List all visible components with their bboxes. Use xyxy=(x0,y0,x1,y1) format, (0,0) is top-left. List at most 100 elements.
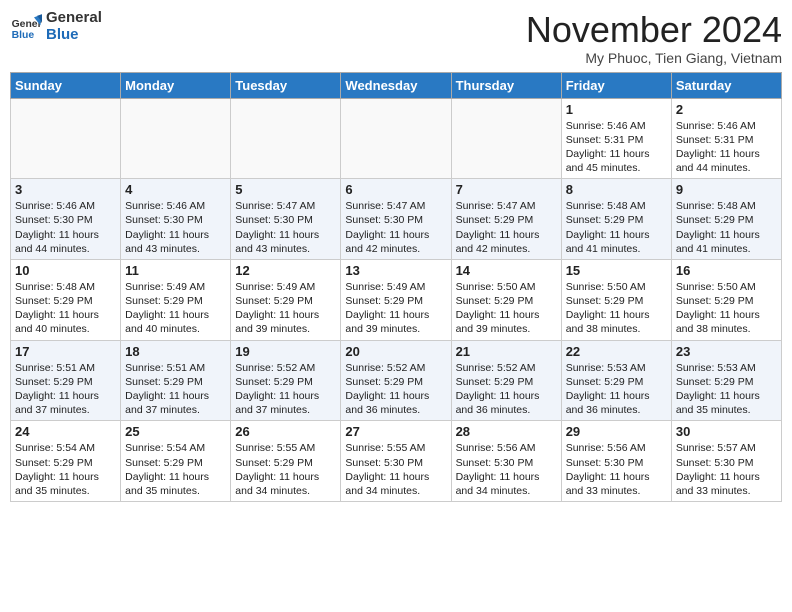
calendar-week-row: 3 Sunrise: 5:46 AM Sunset: 5:30 PM Daylig… xyxy=(11,179,782,260)
day-number: 17 xyxy=(15,344,116,359)
day-info: Sunrise: 5:52 AM Sunset: 5:29 PM Dayligh… xyxy=(345,361,446,418)
calendar-cell: 27Sunrise: 5:55 AM Sunset: 5:30 PM Dayli… xyxy=(341,421,451,502)
logo-general: General xyxy=(46,10,102,27)
day-number: 28 xyxy=(456,424,557,439)
calendar-cell xyxy=(121,98,231,179)
calendar-cell: 26Sunrise: 5:55 AM Sunset: 5:29 PM Dayli… xyxy=(231,421,341,502)
day-info: Sunrise: 5:47 AM Sunset: 5:30 PM Dayligh… xyxy=(235,199,336,256)
day-info: Sunrise: 5:53 AM Sunset: 5:29 PM Dayligh… xyxy=(676,361,777,418)
logo: General Blue General Blue xyxy=(10,10,102,43)
calendar-cell xyxy=(341,98,451,179)
day-number: 13 xyxy=(345,263,446,278)
day-number: 4 xyxy=(125,182,226,197)
day-info: Sunrise: 5:56 AM Sunset: 5:30 PM Dayligh… xyxy=(566,441,667,498)
day-number: 5 xyxy=(235,182,336,197)
day-number: 18 xyxy=(125,344,226,359)
day-info: Sunrise: 5:49 AM Sunset: 5:29 PM Dayligh… xyxy=(345,280,446,337)
day-info: Sunrise: 5:47 AM Sunset: 5:30 PM Dayligh… xyxy=(345,199,446,256)
weekday-header-monday: Monday xyxy=(121,72,231,98)
calendar-cell: 22 Sunrise: 5:53 AM Sunset: 5:29 PM Dayli… xyxy=(561,340,671,421)
calendar-cell: 28 Sunrise: 5:56 AM Sunset: 5:30 PM Dayli… xyxy=(451,421,561,502)
day-number: 7 xyxy=(456,182,557,197)
logo-wordmark: General Blue xyxy=(46,10,102,43)
calendar-cell: 16 Sunrise: 5:50 AM Sunset: 5:29 PM Dayli… xyxy=(671,259,781,340)
day-number: 1 xyxy=(566,102,667,117)
calendar-cell: 1 Sunrise: 5:46 AM Sunset: 5:31 PM Daylig… xyxy=(561,98,671,179)
weekday-header-sunday: Sunday xyxy=(11,72,121,98)
calendar-cell: 5 Sunrise: 5:47 AM Sunset: 5:30 PM Daylig… xyxy=(231,179,341,260)
day-number: 15 xyxy=(566,263,667,278)
title-section: November 2024 My Phuoc, Tien Giang, Viet… xyxy=(526,10,782,66)
calendar-cell: 6 Sunrise: 5:47 AM Sunset: 5:30 PM Daylig… xyxy=(341,179,451,260)
calendar-cell: 4Sunrise: 5:46 AM Sunset: 5:30 PM Daylig… xyxy=(121,179,231,260)
day-info: Sunrise: 5:48 AM Sunset: 5:29 PM Dayligh… xyxy=(15,280,116,337)
calendar-cell xyxy=(231,98,341,179)
day-number: 12 xyxy=(235,263,336,278)
weekday-header-wednesday: Wednesday xyxy=(341,72,451,98)
calendar-cell: 21 Sunrise: 5:52 AM Sunset: 5:29 PM Dayli… xyxy=(451,340,561,421)
day-info: Sunrise: 5:53 AM Sunset: 5:29 PM Dayligh… xyxy=(566,361,667,418)
day-number: 19 xyxy=(235,344,336,359)
calendar-cell: 11 Sunrise: 5:49 AM Sunset: 5:29 PM Dayli… xyxy=(121,259,231,340)
day-info: Sunrise: 5:48 AM Sunset: 5:29 PM Dayligh… xyxy=(566,199,667,256)
day-number: 2 xyxy=(676,102,777,117)
day-number: 16 xyxy=(676,263,777,278)
day-info: Sunrise: 5:50 AM Sunset: 5:29 PM Dayligh… xyxy=(676,280,777,337)
calendar-cell: 29 Sunrise: 5:56 AM Sunset: 5:30 PM Dayli… xyxy=(561,421,671,502)
day-number: 22 xyxy=(566,344,667,359)
calendar-cell: 12Sunrise: 5:49 AM Sunset: 5:29 PM Dayli… xyxy=(231,259,341,340)
svg-text:Blue: Blue xyxy=(12,30,35,41)
calendar-cell: 19 Sunrise: 5:52 AM Sunset: 5:29 PM Dayli… xyxy=(231,340,341,421)
day-number: 20 xyxy=(345,344,446,359)
calendar-cell xyxy=(11,98,121,179)
day-number: 10 xyxy=(15,263,116,278)
day-number: 14 xyxy=(456,263,557,278)
calendar-cell xyxy=(451,98,561,179)
day-info: Sunrise: 5:49 AM Sunset: 5:29 PM Dayligh… xyxy=(125,280,226,337)
calendar-cell: 18 Sunrise: 5:51 AM Sunset: 5:29 PM Dayli… xyxy=(121,340,231,421)
day-info: Sunrise: 5:52 AM Sunset: 5:29 PM Dayligh… xyxy=(235,361,336,418)
weekday-header-thursday: Thursday xyxy=(451,72,561,98)
calendar-cell: 7 Sunrise: 5:47 AM Sunset: 5:29 PM Daylig… xyxy=(451,179,561,260)
day-info: Sunrise: 5:52 AM Sunset: 5:29 PM Dayligh… xyxy=(456,361,557,418)
day-number: 24 xyxy=(15,424,116,439)
day-number: 27 xyxy=(345,424,446,439)
calendar-cell: 9Sunrise: 5:48 AM Sunset: 5:29 PM Daylig… xyxy=(671,179,781,260)
calendar-table: SundayMondayTuesdayWednesdayThursdayFrid… xyxy=(10,72,782,502)
calendar-week-row: 10 Sunrise: 5:48 AM Sunset: 5:29 PM Dayli… xyxy=(11,259,782,340)
logo-blue: Blue xyxy=(46,27,102,44)
calendar-week-row: 24 Sunrise: 5:54 AM Sunset: 5:29 PM Dayli… xyxy=(11,421,782,502)
month-title: November 2024 xyxy=(526,10,782,50)
calendar-cell: 15 Sunrise: 5:50 AM Sunset: 5:29 PM Dayli… xyxy=(561,259,671,340)
day-number: 8 xyxy=(566,182,667,197)
day-info: Sunrise: 5:46 AM Sunset: 5:31 PM Dayligh… xyxy=(676,119,777,176)
page-header: General Blue General Blue November 2024 … xyxy=(10,10,782,66)
day-info: Sunrise: 5:47 AM Sunset: 5:29 PM Dayligh… xyxy=(456,199,557,256)
day-info: Sunrise: 5:46 AM Sunset: 5:31 PM Dayligh… xyxy=(566,119,667,176)
logo-icon: General Blue xyxy=(10,11,42,43)
day-number: 6 xyxy=(345,182,446,197)
day-number: 11 xyxy=(125,263,226,278)
day-info: Sunrise: 5:51 AM Sunset: 5:29 PM Dayligh… xyxy=(15,361,116,418)
calendar-cell: 10 Sunrise: 5:48 AM Sunset: 5:29 PM Dayli… xyxy=(11,259,121,340)
day-info: Sunrise: 5:50 AM Sunset: 5:29 PM Dayligh… xyxy=(566,280,667,337)
day-info: Sunrise: 5:50 AM Sunset: 5:29 PM Dayligh… xyxy=(456,280,557,337)
day-info: Sunrise: 5:54 AM Sunset: 5:29 PM Dayligh… xyxy=(15,441,116,498)
day-number: 3 xyxy=(15,182,116,197)
calendar-cell: 20 Sunrise: 5:52 AM Sunset: 5:29 PM Dayli… xyxy=(341,340,451,421)
day-info: Sunrise: 5:56 AM Sunset: 5:30 PM Dayligh… xyxy=(456,441,557,498)
calendar-cell: 25Sunrise: 5:54 AM Sunset: 5:29 PM Dayli… xyxy=(121,421,231,502)
calendar-cell: 23Sunrise: 5:53 AM Sunset: 5:29 PM Dayli… xyxy=(671,340,781,421)
calendar-cell: 24 Sunrise: 5:54 AM Sunset: 5:29 PM Dayli… xyxy=(11,421,121,502)
calendar-week-row: 17 Sunrise: 5:51 AM Sunset: 5:29 PM Dayli… xyxy=(11,340,782,421)
day-info: Sunrise: 5:46 AM Sunset: 5:30 PM Dayligh… xyxy=(15,199,116,256)
calendar-cell: 2 Sunrise: 5:46 AM Sunset: 5:31 PM Daylig… xyxy=(671,98,781,179)
day-number: 21 xyxy=(456,344,557,359)
calendar-cell: 14 Sunrise: 5:50 AM Sunset: 5:29 PM Dayli… xyxy=(451,259,561,340)
calendar-cell: 3 Sunrise: 5:46 AM Sunset: 5:30 PM Daylig… xyxy=(11,179,121,260)
day-number: 29 xyxy=(566,424,667,439)
weekday-header-friday: Friday xyxy=(561,72,671,98)
day-info: Sunrise: 5:48 AM Sunset: 5:29 PM Dayligh… xyxy=(676,199,777,256)
day-info: Sunrise: 5:51 AM Sunset: 5:29 PM Dayligh… xyxy=(125,361,226,418)
weekday-header-tuesday: Tuesday xyxy=(231,72,341,98)
